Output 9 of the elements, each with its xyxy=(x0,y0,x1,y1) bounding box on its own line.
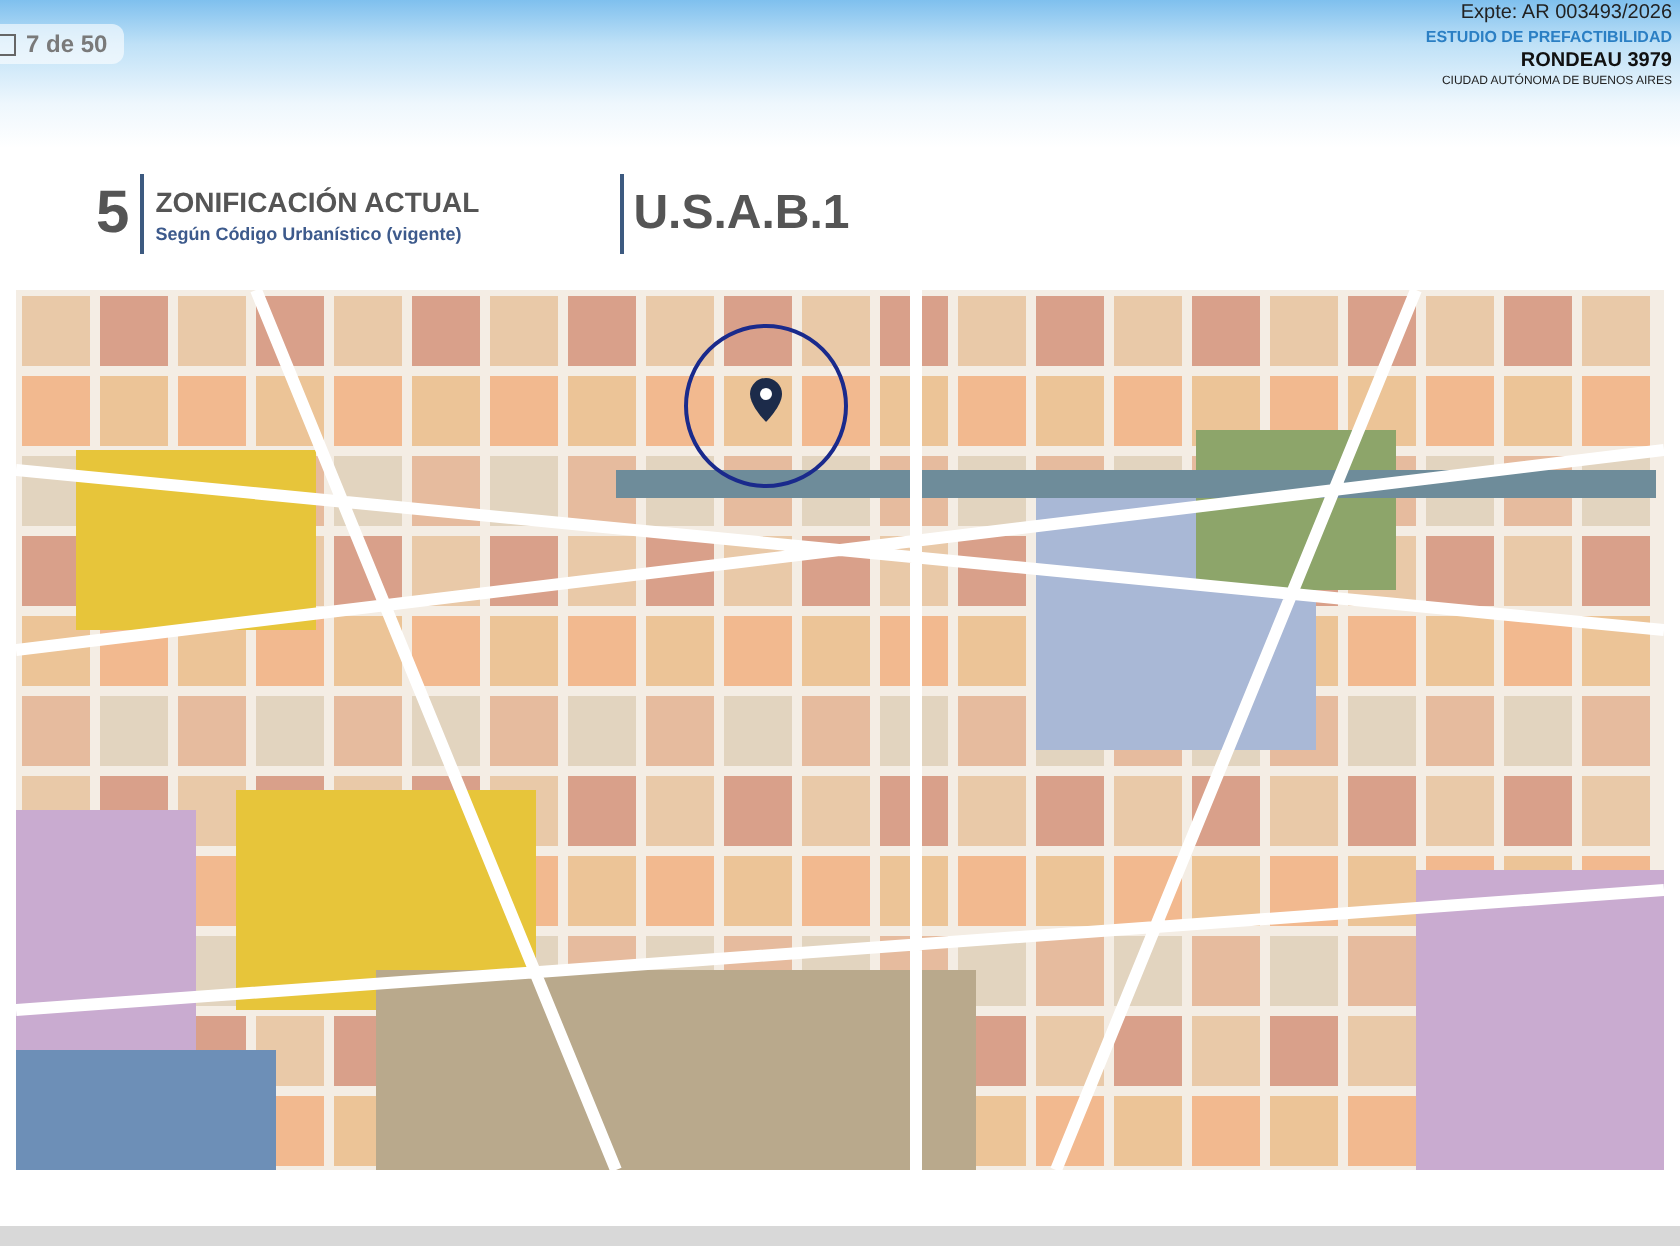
page-icon xyxy=(0,33,16,55)
address-title: RONDEAU 3979 xyxy=(1518,50,1672,72)
file-number: Expte: AR 003493/2026 xyxy=(1458,2,1672,24)
section-title: ZONIFICACIÓN ACTUAL xyxy=(155,185,482,217)
section-number: 5 xyxy=(96,174,144,254)
page-counter: 7 de 50 xyxy=(0,24,124,64)
section-subtitle: Según Código Urbanístico (vigente) xyxy=(155,223,464,243)
study-title: ESTUDIO DE PREFACTIBILIDAD xyxy=(1425,28,1672,46)
zone-code: U.S.A.B.1 xyxy=(619,174,850,254)
